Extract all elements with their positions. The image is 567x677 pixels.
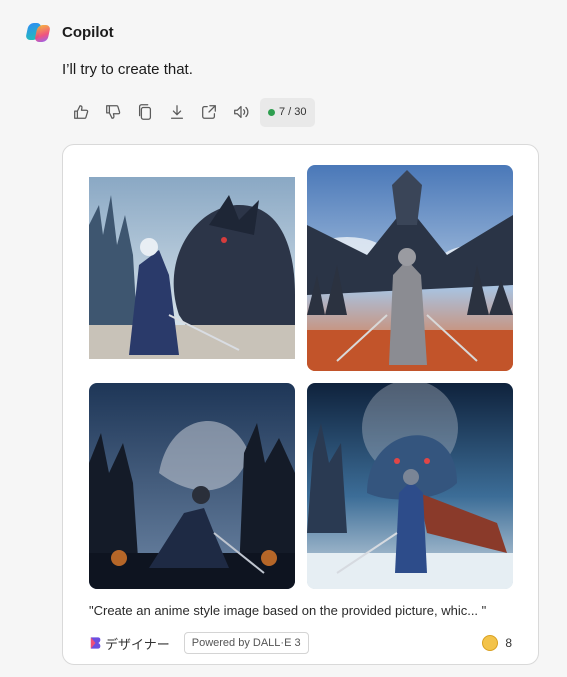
boost-coin-icon [482, 635, 499, 651]
copy-button[interactable] [129, 98, 161, 126]
thumbs-down-icon [106, 105, 121, 119]
response-counter-text: 7 / 30 [279, 106, 307, 118]
boost-counter: 8 [482, 635, 512, 651]
prompt-caption[interactable]: "Create an anime style image based on th… [89, 603, 486, 618]
copy-icon [138, 104, 152, 120]
thumbs-up-icon [74, 105, 89, 119]
status-dot-icon [268, 108, 275, 116]
powered-by-badge: Powered by DALL·E 3 [183, 632, 309, 654]
boost-count: 8 [505, 636, 512, 650]
read-aloud-button[interactable] [225, 98, 257, 126]
copilot-logo-icon [25, 20, 51, 44]
download-icon [170, 105, 184, 119]
thumbs-up-button[interactable] [65, 98, 97, 126]
generated-image-1[interactable] [89, 165, 295, 371]
generated-image-4[interactable] [307, 383, 513, 589]
designer-label: デザイナー [105, 636, 170, 652]
share-button[interactable] [193, 98, 225, 126]
assistant-name: Copilot [62, 23, 114, 41]
thumbs-down-button[interactable] [97, 98, 129, 126]
assistant-header: Copilot [25, 18, 114, 46]
designer-logo-icon [90, 637, 101, 649]
speaker-icon [234, 105, 249, 119]
designer-link[interactable]: デザイナー [89, 634, 170, 653]
assistant-message: I’ll try to create that. [62, 61, 193, 78]
image-result-card: "Create an anime style image based on th… [62, 144, 539, 665]
download-button[interactable] [161, 98, 193, 126]
image-grid [89, 165, 514, 590]
generated-image-3[interactable] [89, 383, 295, 589]
generated-image-2[interactable] [307, 165, 513, 371]
message-actions-toolbar: 7 / 30 [65, 97, 315, 127]
response-counter: 7 / 30 [260, 97, 315, 127]
share-icon [202, 105, 216, 119]
card-footer: デザイナー Powered by DALL·E 3 8 [89, 631, 512, 655]
